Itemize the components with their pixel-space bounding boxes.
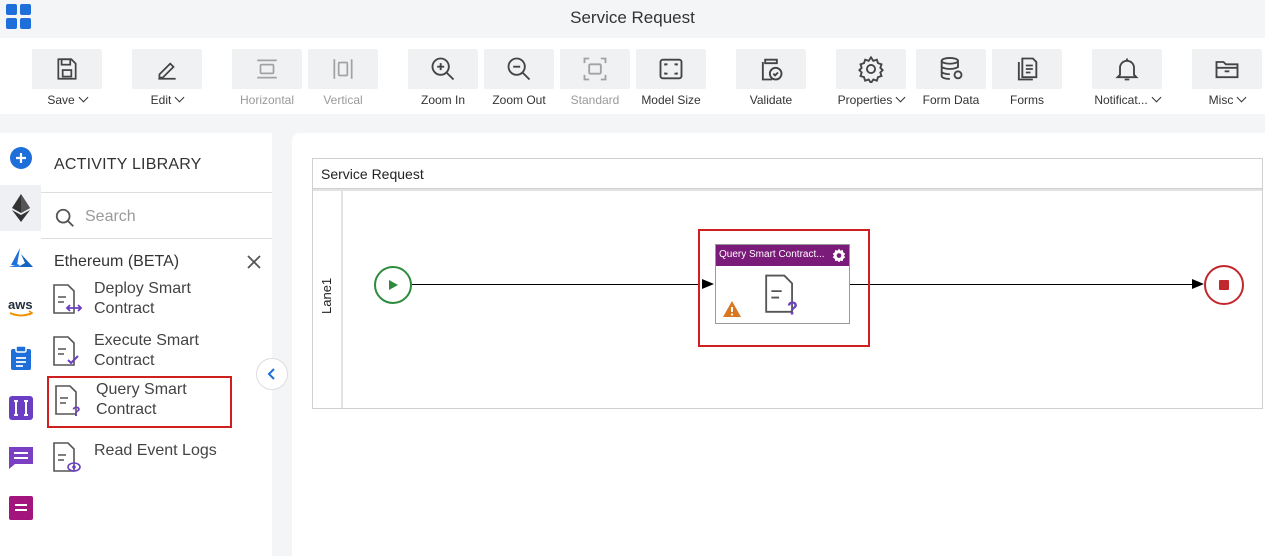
page-title: Service Request	[570, 8, 695, 27]
horizontal-align-icon	[257, 59, 277, 79]
play-icon	[389, 280, 398, 290]
rail-aws-button[interactable]: aws	[0, 285, 41, 331]
divider	[41, 192, 272, 193]
rail-azure-button[interactable]	[0, 236, 41, 282]
toolbar: Save Edit Horizontal Vertical Zoom In Zo…	[0, 38, 1265, 114]
save-label: Save	[47, 93, 75, 107]
pool[interactable]: Service Request Lane1 Query Smart Contra…	[312, 158, 1263, 409]
azure-icon	[8, 248, 33, 267]
rail-form-button[interactable]	[0, 485, 41, 531]
standard-size-icon	[583, 57, 607, 81]
forms-icon	[1017, 57, 1038, 81]
chat-icon	[8, 447, 33, 469]
chevron-down-icon	[895, 92, 906, 103]
rail-ethereum-button[interactable]	[0, 185, 41, 231]
activity-label-line1: Query Smart	[96, 381, 187, 398]
gear-icon	[858, 55, 884, 83]
lane[interactable]: Lane1 Query Smart Contract... ?	[313, 189, 1262, 408]
left-rail: aws	[0, 133, 41, 556]
chevron-down-icon	[1236, 92, 1247, 103]
arrow-head	[1192, 279, 1204, 289]
folder-icon	[1215, 61, 1239, 79]
sequence-flow[interactable]	[850, 284, 1192, 285]
gear-icon[interactable]	[832, 248, 846, 262]
chevron-down-icon	[1151, 92, 1162, 103]
bell-icon	[1115, 58, 1139, 81]
read-logs-icon	[53, 442, 81, 472]
search-icon	[55, 208, 74, 227]
collapse-panel-button[interactable]	[256, 358, 288, 390]
activity-label-line1: Execute Smart	[94, 332, 199, 349]
database-icon	[940, 56, 963, 80]
rail-add-button[interactable]	[0, 135, 41, 181]
form-icon	[8, 496, 33, 520]
notifications-label: Notificat...	[1094, 93, 1148, 107]
process-canvas[interactable]: Service Request Lane1 Query Smart Contra…	[292, 133, 1265, 556]
clipboard-icon	[10, 345, 31, 370]
task-query-smart-contract[interactable]: Query Smart Contract... ?	[715, 244, 850, 324]
add-icon	[9, 147, 32, 169]
query-contract-icon: ?	[55, 385, 81, 418]
lane-header: Lane1	[313, 191, 343, 408]
svg-text:?: ?	[72, 403, 81, 418]
activity-label-line2: Contract	[94, 352, 155, 369]
close-icon[interactable]	[245, 253, 263, 271]
activity-label-line2: Contract	[94, 300, 155, 317]
chevron-left-icon	[267, 368, 275, 380]
properties-label: Properties	[837, 93, 893, 107]
category-title: Ethereum (BETA)	[54, 253, 180, 270]
start-event[interactable]	[374, 266, 412, 304]
zoom-out-icon	[507, 57, 531, 81]
forms-label: Forms	[1010, 93, 1044, 107]
task-name: Query Smart Contract...	[719, 249, 825, 260]
model-size-icon	[659, 58, 683, 80]
validate-icon	[761, 58, 783, 81]
sequence-flow[interactable]	[412, 284, 699, 285]
model-size-label: Model Size	[641, 93, 701, 107]
svg-text:aws: aws	[8, 297, 33, 312]
library-title: ACTIVITY LIBRARY	[54, 156, 202, 173]
ethereum-icon	[11, 194, 30, 222]
save-icon	[57, 58, 77, 80]
misc-label: Misc	[1208, 93, 1234, 107]
integration-icon	[8, 396, 33, 420]
activity-label-line1: Deploy Smart	[94, 280, 191, 297]
warning-icon	[723, 301, 741, 317]
svg-text:?: ?	[787, 298, 798, 317]
deploy-contract-icon	[53, 284, 83, 314]
stop-icon	[1219, 280, 1229, 290]
activity-label-line2: Contract	[96, 401, 157, 418]
query-contract-icon: ?	[765, 274, 798, 317]
activity-library-panel: ACTIVITY LIBRARY Ethereum (BETA) Deploy …	[41, 133, 272, 556]
rail-integration-button[interactable]	[0, 385, 41, 431]
aws-icon: aws	[8, 297, 33, 317]
zoom-in-icon	[431, 57, 455, 81]
activity-execute-smart-contract[interactable]: Execute Smart Contract	[47, 329, 232, 381]
activity-read-event-logs[interactable]: Read Event Logs	[47, 435, 232, 487]
activity-label-line1: Read Event Logs	[94, 442, 217, 459]
rail-chat-button[interactable]	[0, 435, 41, 481]
execute-contract-icon	[53, 336, 79, 366]
activity-deploy-smart-contract[interactable]: Deploy Smart Contract	[47, 277, 232, 329]
vertical-label: Vertical	[323, 93, 363, 107]
pool-header: Service Request	[313, 159, 1262, 189]
lane-name: Lane1	[319, 277, 334, 315]
chevron-down-icon	[174, 92, 185, 103]
chevron-down-icon	[78, 92, 89, 103]
activity-query-smart-contract[interactable]: ? Query Smart Contract	[47, 376, 232, 428]
search-input[interactable]	[85, 205, 265, 229]
divider	[41, 238, 272, 239]
vertical-align-icon	[333, 59, 353, 79]
end-event[interactable]	[1204, 265, 1244, 305]
edit-label: Edit	[150, 93, 172, 107]
edit-icon	[158, 62, 176, 80]
task-header: Query Smart Contract...	[716, 245, 849, 266]
pool-name: Service Request	[321, 166, 424, 182]
rail-clipboard-button[interactable]	[0, 335, 41, 381]
top-bar: Service Request	[0, 0, 1265, 38]
validate-label: Validate	[749, 93, 793, 107]
